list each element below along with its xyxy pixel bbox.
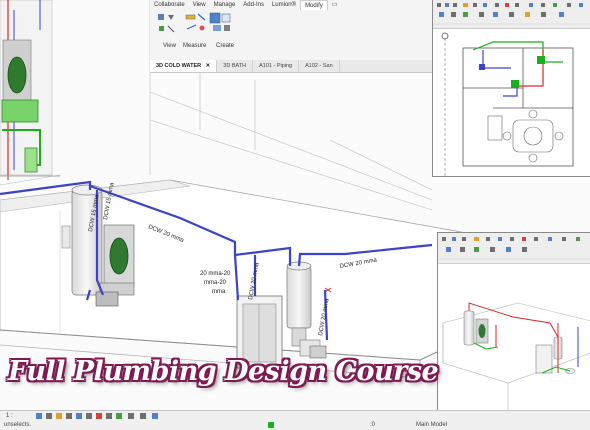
ribbon-tab-bar: Collaborate View Manage Add-Ins Lumion® … bbox=[150, 0, 341, 10]
view-tab-a101-piping[interactable]: A101 - Piping bbox=[253, 60, 300, 72]
floor-plan-fixtures bbox=[479, 56, 545, 88]
view-tab-3d-cold-water[interactable]: 3D COLD WATER ✕ bbox=[150, 60, 218, 72]
create-tool-icons[interactable] bbox=[209, 12, 231, 31]
ribbon-tab-view[interactable]: View bbox=[189, 0, 210, 10]
status-message: unselects. bbox=[4, 422, 32, 428]
pipe-label-center-3: mma bbox=[212, 289, 226, 295]
floor-plan-ribbon-icons[interactable] bbox=[433, 0, 590, 28]
view-tab-3d-bath[interactable]: 3D BATH bbox=[217, 60, 254, 72]
ribbon-group-create: Create bbox=[216, 43, 235, 49]
measure-tool-icons[interactable] bbox=[185, 13, 206, 31]
design-option-model[interactable]: Main Model bbox=[416, 422, 447, 428]
ribbon-tab-add-ins[interactable]: Add-Ins bbox=[239, 0, 268, 10]
view-tab-bar: 3D COLD WATER ✕ 3D BATH A101 - Piping A1… bbox=[150, 60, 432, 73]
ribbon-group-measure: Measure bbox=[183, 43, 207, 49]
ribbon-tab-manage[interactable]: Manage bbox=[210, 0, 240, 10]
floor-plan-canvas[interactable] bbox=[433, 28, 590, 176]
course-title: Full Plumbing Design Course bbox=[8, 356, 439, 387]
pipe-label-center-1: 20 mma-20 bbox=[200, 271, 231, 277]
filter-count[interactable]: :0 bbox=[370, 422, 375, 428]
view-scale[interactable]: 1 : bbox=[6, 413, 13, 419]
status-bar: 1 : unselects. :0 Main Model bbox=[0, 410, 590, 430]
floor-plan-window[interactable] bbox=[432, 0, 590, 177]
view-tab-label: A101 - Piping bbox=[259, 63, 293, 69]
workset-icon[interactable] bbox=[268, 422, 274, 428]
ribbon-tool-icons[interactable] bbox=[150, 12, 432, 42]
ribbon: Collaborate View Manage Add-Ins Lumion® … bbox=[150, 0, 432, 61]
ribbon-tab-collaborate[interactable]: Collaborate bbox=[150, 0, 189, 10]
view-tool-icons[interactable] bbox=[158, 14, 175, 33]
ribbon-tab-modify[interactable]: Modify bbox=[300, 0, 328, 10]
view-tab-label: 3D BATH bbox=[223, 63, 247, 69]
floor-plan-furniture bbox=[487, 109, 564, 163]
ribbon-group-view: View bbox=[163, 43, 176, 49]
floor-plan-ribbon bbox=[433, 0, 590, 29]
revit-workspace: DCW 20 mma DCW 15 mma DCW 15 mma 20 mma-… bbox=[0, 0, 590, 430]
ribbon-tool-panel: View Measure Create bbox=[150, 12, 432, 50]
ribbon-tab-lumion[interactable]: Lumion® bbox=[268, 0, 300, 10]
isometric-view-window[interactable] bbox=[437, 232, 590, 412]
upper-left-structure bbox=[0, 0, 60, 180]
ribbon-tab-overflow[interactable]: ▭ bbox=[328, 0, 342, 10]
isometric-view-ribbon bbox=[438, 233, 590, 264]
isometric-ribbon-icons[interactable] bbox=[438, 233, 590, 263]
view-tab-a102-san[interactable]: A102 - San bbox=[299, 60, 340, 72]
view-tab-label: A102 - San bbox=[305, 63, 333, 69]
floor-plan-walls bbox=[441, 32, 574, 176]
close-icon[interactable]: ✕ bbox=[206, 63, 211, 69]
view-tab-label: 3D COLD WATER bbox=[156, 63, 202, 69]
view-control-icons[interactable] bbox=[36, 412, 186, 421]
isometric-canvas[interactable] bbox=[438, 263, 590, 411]
pipe-label-center-2: mma-20 bbox=[204, 280, 227, 286]
